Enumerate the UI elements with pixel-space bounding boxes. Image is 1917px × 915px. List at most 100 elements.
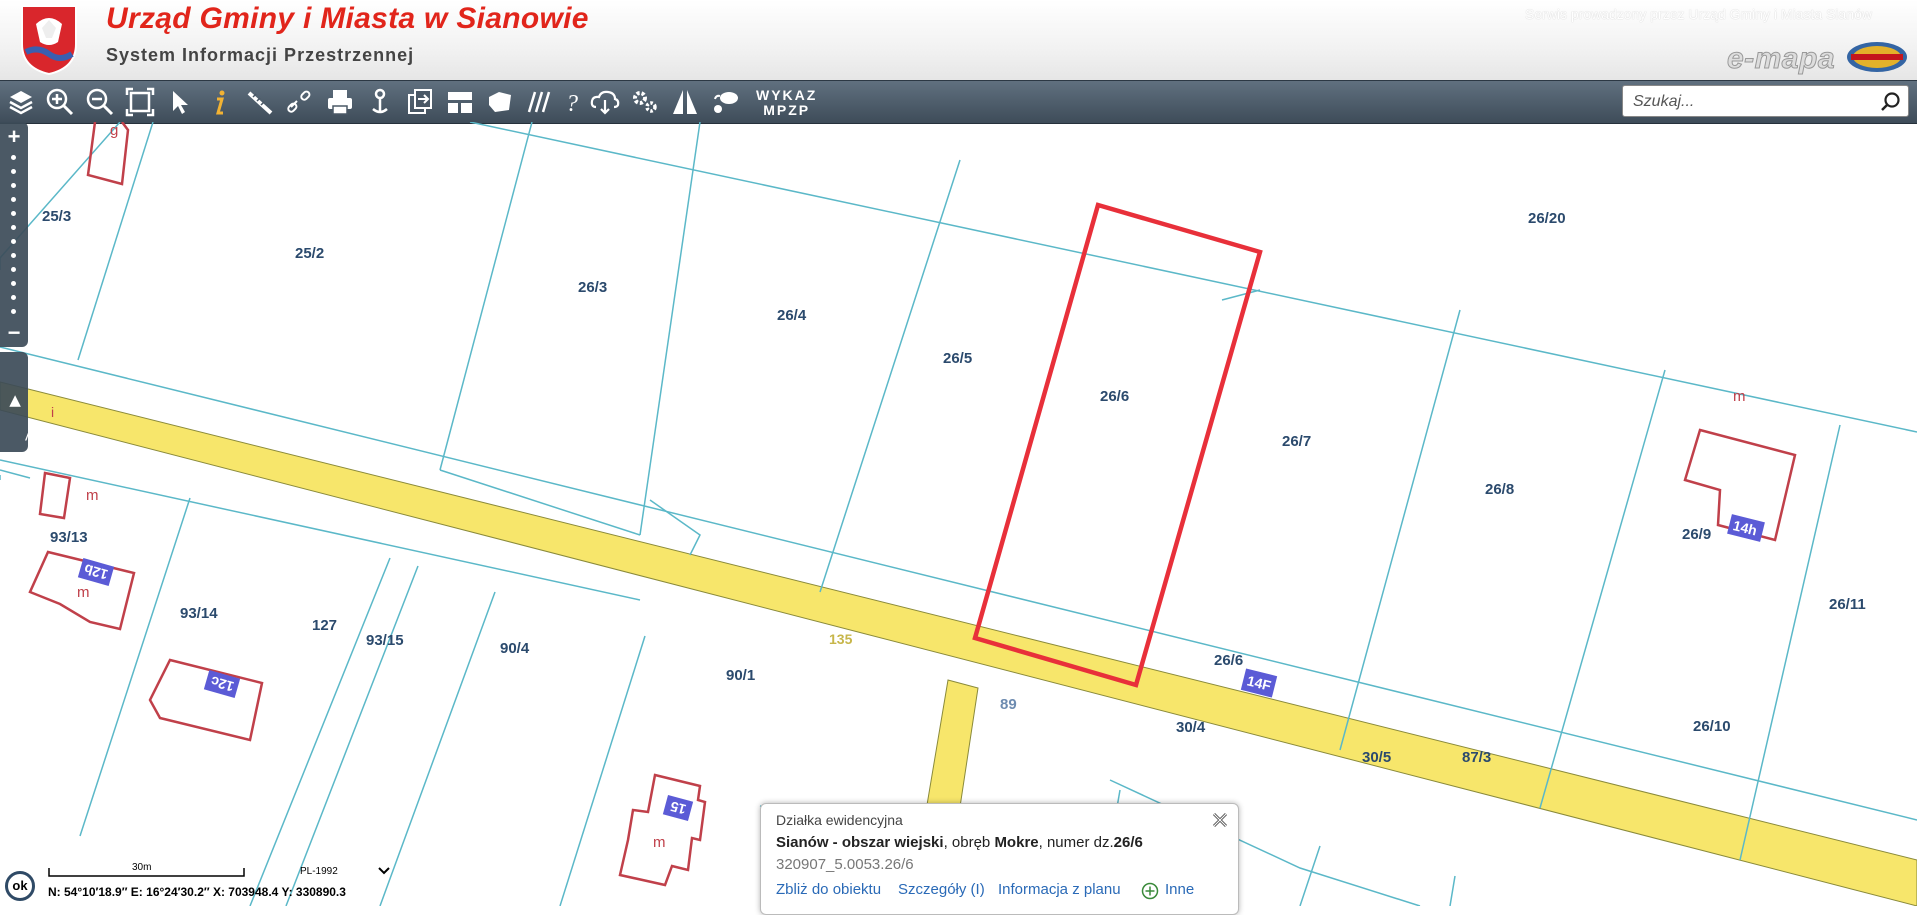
zoom-level-dot[interactable]	[11, 169, 16, 174]
parcel-label[interactable]: 26/10	[1693, 718, 1731, 735]
header: Urząd Gminy i Miasta w Sianowie System I…	[0, 0, 1917, 80]
parcel-label[interactable]: 26/4	[777, 307, 806, 324]
road-icon[interactable]	[668, 85, 702, 119]
popup-parcel-code: 320907_5.0053.26/6	[776, 856, 914, 873]
zoom-level-dot[interactable]	[11, 225, 16, 230]
geosystem-logo	[1847, 42, 1907, 72]
gmina-crest-logo	[21, 5, 77, 76]
parcel-label[interactable]: 25/3	[42, 208, 71, 225]
parcel-label[interactable]: 26/8	[1485, 481, 1514, 498]
ok-button[interactable]: ok	[5, 871, 35, 901]
zoom-level-dot[interactable]	[11, 155, 16, 160]
wykaz-label: WYKAZ	[756, 87, 818, 103]
other-link[interactable]: Inne	[1165, 881, 1194, 898]
building-label: m	[1733, 388, 1746, 405]
zoom-out-icon[interactable]	[83, 85, 117, 119]
chevron-down-icon[interactable]	[378, 866, 390, 876]
parcel-info-popup: Działka ewidencyjna Sianów - obszar wiej…	[760, 803, 1239, 915]
parcel-label[interactable]: 26/6	[1214, 652, 1243, 669]
building-label: g	[110, 122, 119, 139]
parcel-label[interactable]: 25/2	[295, 245, 324, 262]
page-title: Urząd Gminy i Miasta w Sianowie	[106, 2, 589, 35]
parcel-label[interactable]: 30/5	[1362, 749, 1391, 766]
building-label: m	[86, 487, 99, 504]
parcel-label[interactable]: 26/9	[1682, 526, 1711, 543]
zoom-in-button[interactable]: +	[0, 126, 28, 148]
wykaz-mpzp-button[interactable]: WYKAZ MPZP	[756, 88, 817, 118]
parcel-label[interactable]: 26/7	[1282, 433, 1311, 450]
layers-tab-text: Warstwy	[25, 428, 82, 446]
info-icon[interactable]	[203, 85, 237, 119]
measure-ruler-icon[interactable]	[243, 85, 277, 119]
popup-sep: , numer dz.	[1038, 834, 1114, 851]
map-canvas[interactable]: 12b 12c 15 14h 14F 25/3 25/2 26/3 26/4 2…	[0, 122, 1917, 906]
area-icon[interactable]	[483, 85, 517, 119]
service-note: Serwis prowadzony przez Urząd Gminy i Mi…	[1524, 6, 1872, 22]
comment-icon[interactable]	[708, 85, 742, 119]
print-icon[interactable]	[323, 85, 357, 119]
locate-pin-icon[interactable]	[363, 85, 397, 119]
help-icon[interactable]: ?	[555, 85, 589, 119]
zoom-out-button[interactable]: −	[0, 322, 28, 344]
zoom-to-object-link[interactable]: Zbliż do obiektu	[776, 881, 881, 898]
parcel-label[interactable]: 26/20	[1528, 210, 1566, 227]
parcel-label[interactable]: 26/3	[578, 279, 607, 296]
popup-description: Sianów - obszar wiejski, obręb Mokre, nu…	[776, 834, 1143, 851]
popup-sep: , obręb	[943, 834, 995, 851]
coordinates-readout: N: 54°10′18.9″ E: 16°24′30.2″ X: 703948.…	[48, 885, 346, 899]
parcel-label[interactable]: 30/4	[1176, 719, 1205, 736]
zoom-level-dot[interactable]	[11, 183, 16, 188]
cloud-download-icon[interactable]	[588, 85, 622, 119]
zoom-level-dot[interactable]	[11, 239, 16, 244]
search-input[interactable]	[1631, 90, 1875, 114]
parcel-label[interactable]: 26/11	[1829, 596, 1866, 613]
map-labels: 25/3 25/2 26/3 26/4 26/5 26/6 26/7 26/20…	[0, 122, 1917, 906]
popup-place: Sianów - obszar wiejski	[776, 834, 944, 851]
mpzp-label: MPZP	[763, 102, 811, 118]
parcel-label[interactable]: 93/13	[50, 529, 88, 546]
zoom-level-dot[interactable]	[11, 295, 16, 300]
search-icon[interactable]	[1879, 90, 1903, 114]
parcel-label[interactable]: 26/6	[1100, 388, 1129, 405]
building-label: i	[51, 404, 55, 420]
zoom-level-dot[interactable]	[11, 267, 16, 272]
zoom-in-icon[interactable]	[43, 85, 77, 119]
layers-tab-label: ▶ Warstwy	[5, 351, 82, 451]
hatch-icon[interactable]	[523, 85, 557, 119]
search-box	[1622, 85, 1909, 117]
layout-icon[interactable]	[443, 85, 477, 119]
emapa-logo: e-mapa	[1726, 42, 1835, 76]
crs-select[interactable]: PL-1992	[300, 866, 338, 877]
layers-tab[interactable]: ▶ Warstwy	[0, 351, 82, 452]
close-icon[interactable]	[1210, 810, 1230, 830]
popup-precinct: Mokre	[994, 834, 1039, 851]
link-icon[interactable]	[283, 85, 317, 119]
popup-number: 26/6	[1113, 834, 1143, 851]
export-icon[interactable]	[403, 85, 437, 119]
popup-title: Działka ewidencyjna	[776, 812, 903, 828]
select-arrow-icon[interactable]	[163, 85, 197, 119]
parcel-label[interactable]: 93/15	[366, 632, 404, 649]
layers-icon[interactable]	[4, 85, 38, 119]
parcel-label[interactable]: 127	[312, 617, 337, 634]
parcel-label[interactable]: 90/4	[500, 640, 529, 657]
zoom-level-dot[interactable]	[11, 253, 16, 258]
zoom-extent-icon[interactable]	[123, 85, 157, 119]
parcel-label[interactable]: 87/3	[1462, 749, 1491, 766]
page-subtitle: System Informacji Przestrzennej	[106, 45, 415, 65]
zoom-level-dot[interactable]	[11, 309, 16, 314]
zoom-level-dot[interactable]	[11, 211, 16, 216]
parcel-label[interactable]: 89	[1000, 696, 1017, 713]
zoom-level-dot[interactable]	[11, 197, 16, 202]
parcel-label[interactable]: 90/1	[726, 667, 755, 684]
plan-info-link[interactable]: Informacja z planu	[998, 881, 1121, 898]
parcel-label[interactable]: 26/5	[943, 350, 972, 367]
zoom-level-dot[interactable]	[11, 281, 16, 286]
zoom-slider: + −	[0, 122, 28, 347]
parcel-label[interactable]: 93/14	[180, 605, 218, 622]
plus-circle-icon[interactable]	[1141, 882, 1159, 900]
road-label: 135	[829, 631, 853, 647]
settings-icon[interactable]	[628, 85, 662, 119]
details-link[interactable]: Szczegóły (I)	[898, 881, 985, 898]
svg-text:?: ?	[566, 91, 578, 117]
